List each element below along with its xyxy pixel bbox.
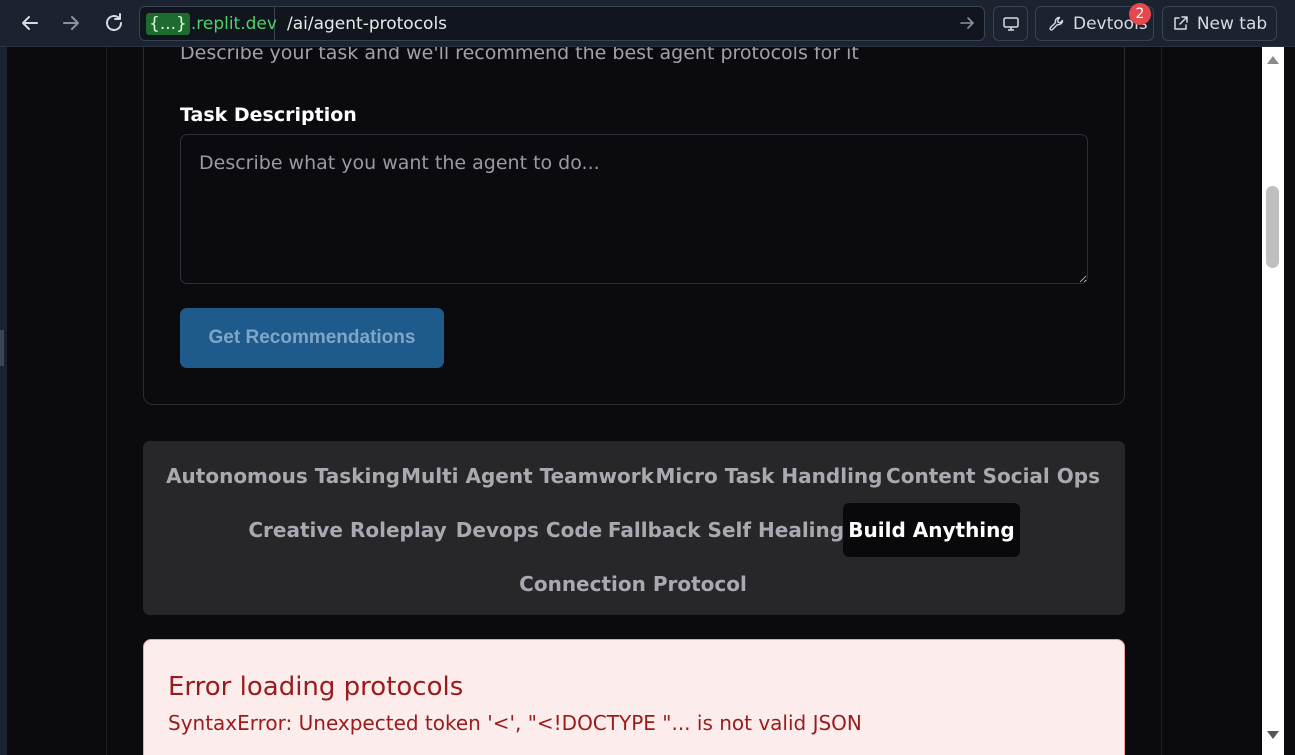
devtools-button[interactable]: Devtools 2 [1035,3,1154,41]
card-subtitle: Describe your task and we'll recommend t… [180,47,859,64]
devtools-count-badge: 2 [1129,3,1151,25]
get-recommendations-button[interactable]: Get Recommendations [180,308,444,368]
protocol-tabs: Autonomous Tasking Multi Agent Teamwork … [143,441,1125,615]
url-path[interactable]: /ai/agent-protocols [287,7,447,40]
tab-fallback-self-healing[interactable]: Fallback Self Healing [608,503,844,557]
triangle-up-icon [1267,56,1279,64]
scroll-up-button[interactable] [1265,52,1281,68]
tab-multi-agent-teamwork[interactable]: Multi Agent Teamwork [401,449,654,503]
arrow-left-icon [22,16,38,30]
host-badge: {...} [146,12,190,35]
tab-connection-protocol[interactable]: Connection Protocol [515,557,751,611]
arrow-right-icon [960,17,974,29]
arrow-right-icon [63,16,79,30]
scrollbar[interactable] [1262,47,1284,755]
tab-devops-code[interactable]: Devops Code [448,503,610,557]
error-alert: Error loading protocols SyntaxError: Une… [143,639,1125,755]
new-tab-button[interactable]: New tab [1162,6,1277,41]
tab-micro-task-handling[interactable]: Micro Task Handling [655,449,883,503]
device-preview-button[interactable] [993,6,1028,41]
host-domain: .replit.dev [190,13,277,34]
task-description-input[interactable] [180,134,1088,284]
wrench-icon [1049,16,1064,31]
tab-creative-roleplay[interactable]: Creative Roleplay [247,503,448,557]
url-host: {...} .replit.dev [140,7,277,40]
triangle-down-icon [1267,731,1279,739]
scrollbar-thumb[interactable] [1266,186,1279,268]
forward-button[interactable] [56,8,86,38]
error-message: SyntaxError: Unexpected token '<', "<!DO… [168,711,862,735]
external-link-icon [1174,16,1188,30]
tab-content-social-ops[interactable]: Content Social Ops [884,449,1102,503]
monitor-icon [1002,16,1019,31]
tab-autonomous-tasking[interactable]: Autonomous Tasking [165,449,401,503]
scroll-down-button[interactable] [1265,727,1281,743]
reload-icon [106,13,122,31]
back-button[interactable] [15,8,45,38]
go-button[interactable] [958,14,976,36]
panel-resize-handle[interactable] [0,330,4,366]
page-viewport: Describe your task and we'll recommend t… [0,47,1284,755]
reload-button[interactable] [99,8,129,38]
browser-toolbar: {...} .replit.dev /ai/agent-protocols Dev… [0,0,1295,47]
left-panel-edge [0,47,7,755]
url-bar[interactable]: {...} .replit.dev /ai/agent-protocols [139,6,985,41]
task-description-label: Task Description [180,104,357,126]
tab-build-anything[interactable]: Build Anything [843,503,1020,557]
error-title: Error loading protocols [168,672,464,702]
new-tab-label: New tab [1196,13,1268,34]
